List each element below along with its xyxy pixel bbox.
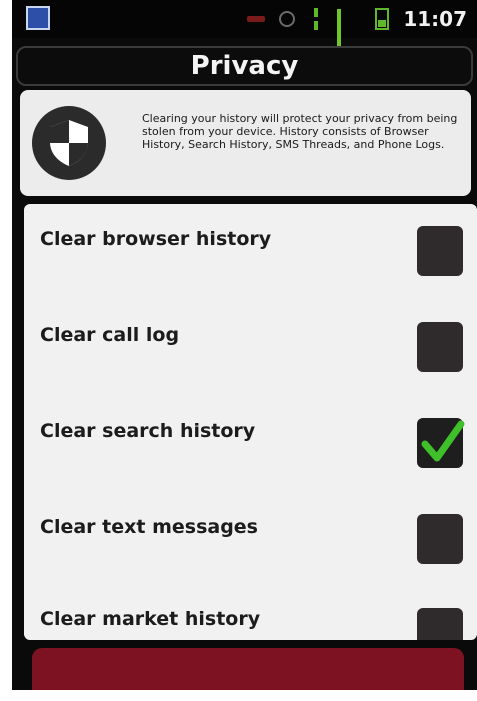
page-title: Privacy <box>190 51 299 81</box>
sync-icon <box>279 11 296 27</box>
checkbox-clear-browser-history[interactable] <box>417 226 463 276</box>
options-list: Clear browser history Clear call log Cle… <box>24 204 477 640</box>
option-clear-text-messages[interactable]: Clear text messages <box>24 492 477 582</box>
option-label: Clear market history <box>40 608 261 630</box>
option-label: Clear search history <box>40 420 256 442</box>
info-description: Clearing your history will protect your … <box>142 112 458 151</box>
clear-history-button[interactable] <box>32 648 464 690</box>
option-label: Clear call log <box>40 324 180 346</box>
phone-screen: 11:07 Privacy Clearing your history will… <box>12 0 477 690</box>
title-bar: Privacy <box>16 46 473 86</box>
shield-icon <box>32 106 106 180</box>
option-label: Clear browser history <box>40 228 272 250</box>
option-label: Clear text messages <box>40 516 258 538</box>
option-clear-call-log[interactable]: Clear call log <box>24 300 477 390</box>
info-panel: Clearing your history will protect your … <box>20 90 471 196</box>
signal-icon <box>337 9 361 60</box>
checkbox-clear-call-log[interactable] <box>417 322 463 372</box>
data-transfer-icon <box>309 8 323 30</box>
status-time: 11:07 <box>403 7 467 31</box>
battery-icon <box>375 8 390 30</box>
option-clear-search-history[interactable]: Clear search history <box>24 396 477 486</box>
option-clear-browser-history[interactable]: Clear browser history <box>24 204 477 294</box>
checkmark-icon <box>421 420 465 462</box>
checkbox-clear-text-messages[interactable] <box>417 514 463 564</box>
app-notification-icon <box>26 6 50 30</box>
checkbox-clear-market-history[interactable] <box>417 608 463 640</box>
status-icons: 11:07 <box>247 6 467 60</box>
checkbox-clear-search-history[interactable] <box>417 418 465 468</box>
status-bar: 11:07 <box>12 0 477 60</box>
battery-low-icon <box>247 16 266 22</box>
option-clear-market-history[interactable]: Clear market history <box>24 588 477 640</box>
